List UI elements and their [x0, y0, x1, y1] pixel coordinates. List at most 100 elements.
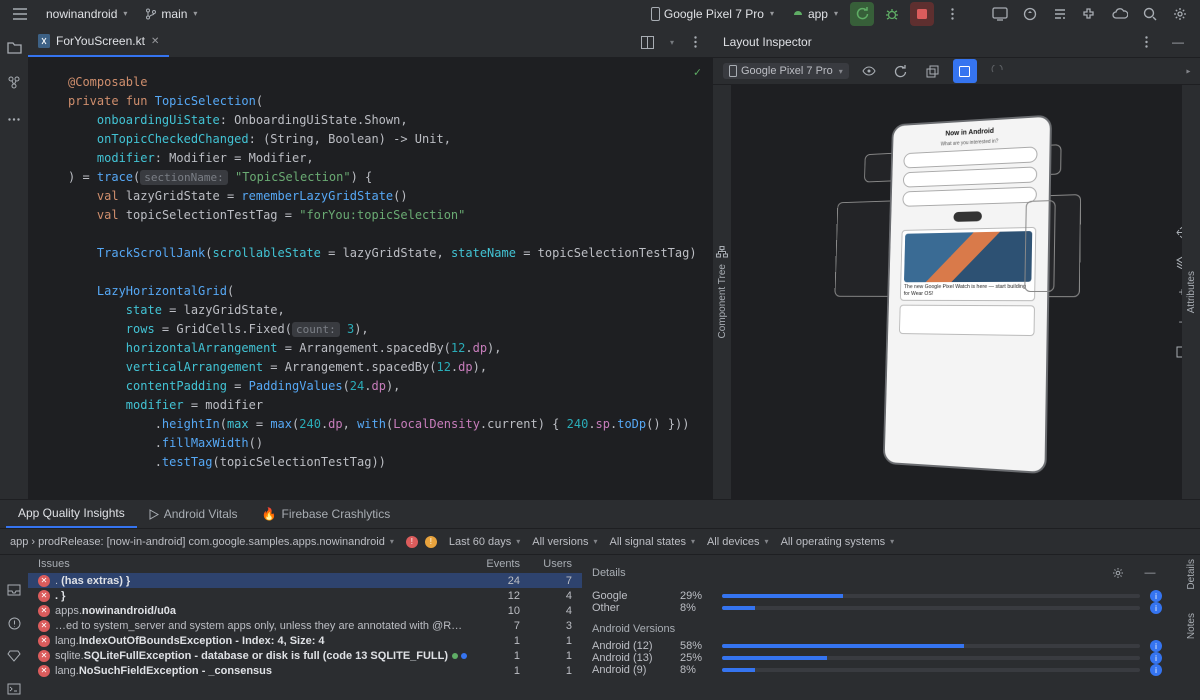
issue-users: 3 — [520, 620, 572, 632]
device-dropdown[interactable]: Google Pixel 7 Pro▾ — [645, 5, 780, 23]
stat-label: Android (12) — [592, 640, 670, 652]
stat-pct: 8% — [680, 602, 712, 614]
search-icon[interactable] — [1138, 2, 1162, 26]
issue-events: 24 — [468, 575, 520, 587]
run-config-dropdown[interactable]: app▾ — [786, 5, 844, 23]
details-minimize-icon[interactable]: — — [1138, 561, 1162, 585]
tab-app-quality[interactable]: App Quality Insights — [6, 500, 137, 528]
issue-row[interactable]: ✕. (has extras) }247 — [28, 573, 582, 588]
info-icon[interactable]: i — [1150, 602, 1162, 614]
more-icon[interactable] — [940, 2, 964, 26]
attributes-rail[interactable]: Attributes — [1182, 85, 1200, 499]
project-dropdown[interactable]: nowinandroid▾ — [42, 5, 131, 23]
issue-row[interactable]: ✕sqlite.SQLiteFullException - database o… — [28, 648, 582, 663]
extension-icon[interactable] — [1078, 2, 1102, 26]
details-rail-tab[interactable]: Details — [1186, 559, 1197, 593]
stat-bar — [722, 656, 1140, 660]
versions-filter[interactable]: All versions▾ — [532, 536, 597, 548]
app-filter[interactable]: app › prodRelease: [now-in-android] com.… — [10, 536, 394, 548]
folder-icon[interactable] — [2, 35, 26, 59]
main-area: ForYouScreen.kt ✕ ▾ ✓ @Composable privat… — [0, 27, 1200, 499]
commit-icon[interactable] — [1048, 2, 1072, 26]
terminal-icon[interactable] — [2, 677, 26, 700]
attributes-label: Attributes — [1186, 271, 1197, 313]
check-icon: ✓ — [694, 63, 701, 82]
info-icon[interactable]: i — [1150, 664, 1162, 676]
chevron-down-icon[interactable]: ▾ — [659, 30, 683, 54]
eye-icon[interactable] — [857, 59, 881, 83]
code-content: @Composable private fun TopicSelection( … — [68, 73, 713, 472]
phone-canvas[interactable]: Now in Android What are you interested i… — [731, 85, 1200, 499]
tree-icon — [716, 246, 728, 258]
code-with-me-icon[interactable] — [988, 2, 1012, 26]
issue-row[interactable]: ✕. }124 — [28, 588, 582, 603]
minimize-icon[interactable]: — — [1166, 30, 1190, 54]
error-icon: ✕ — [38, 635, 50, 647]
stat-label: Android (9) — [592, 664, 670, 676]
inspector-more-icon[interactable] — [1134, 30, 1158, 54]
settings-icon[interactable] — [1168, 2, 1192, 26]
gem-icon[interactable] — [2, 645, 26, 668]
filter-bar: app › prodRelease: [now-in-android] com.… — [0, 528, 1200, 555]
structure-icon[interactable] — [2, 71, 26, 95]
phone-title: Now in Android — [945, 128, 994, 138]
run-config-name: app — [808, 7, 828, 21]
inbox-icon[interactable] — [2, 579, 26, 602]
cloud-icon[interactable] — [1108, 2, 1132, 26]
split-icon[interactable] — [635, 30, 659, 54]
refresh-icon[interactable] — [889, 59, 913, 83]
file-tab[interactable]: ForYouScreen.kt ✕ — [28, 27, 169, 57]
alert-icon[interactable] — [2, 612, 26, 635]
info-icon[interactable]: i — [1150, 640, 1162, 652]
issue-row[interactable]: ✕lang.NoSuchFieldException - _consensus1… — [28, 663, 582, 678]
signal-filter[interactable]: All signal states▾ — [610, 536, 695, 548]
details-pane: Details — Google29%iOther8%i Android Ver… — [582, 555, 1200, 700]
code-editor[interactable]: ✓ @Composable private fun TopicSelection… — [28, 57, 713, 499]
tab-label: Firebase Crashlytics — [282, 507, 391, 521]
issue-users: 1 — [520, 650, 572, 662]
play-icon — [149, 509, 159, 520]
error-icon: ✕ — [38, 620, 50, 632]
filter-label: All versions — [532, 536, 588, 548]
notes-rail-tab[interactable]: Notes — [1186, 613, 1197, 642]
device-name: Google Pixel 7 Pro — [664, 7, 764, 21]
chevron-right-icon[interactable]: ▾ — [1183, 69, 1192, 73]
close-icon[interactable]: ✕ — [151, 36, 159, 47]
component-tree-rail[interactable]: Component Tree — [713, 85, 731, 499]
branch-dropdown[interactable]: main▾ — [141, 5, 201, 23]
filter-label: Last 60 days — [449, 536, 511, 548]
stat-label: Other — [592, 602, 670, 614]
details-gear-icon[interactable] — [1106, 561, 1130, 585]
stat-pct: 8% — [680, 664, 712, 676]
chevron-down-icon: ▾ — [765, 537, 769, 546]
top-toolbar: nowinandroid▾ main▾ Google Pixel 7 Pro▾ … — [0, 0, 1200, 27]
tab-crashlytics[interactable]: 🔥Firebase Crashlytics — [250, 500, 403, 528]
time-filter[interactable]: Last 60 days▾ — [449, 536, 520, 548]
stop-button[interactable] — [910, 2, 934, 26]
overlay-icon[interactable] — [921, 59, 945, 83]
issues-list: ✕. (has extras) }247✕. }124✕apps.nowinan… — [28, 573, 582, 678]
col-events: Events — [468, 558, 520, 570]
more-rail-icon[interactable] — [2, 107, 26, 131]
debug-button[interactable] — [880, 2, 904, 26]
rerun-button[interactable] — [850, 2, 874, 26]
issue-row[interactable]: ✕apps.nowinandroid/u0a104 — [28, 603, 582, 618]
chevron-down-icon: ▾ — [839, 67, 843, 76]
issue-row[interactable]: ✕…ed to system_server and system apps on… — [28, 618, 582, 633]
hamburger-icon[interactable] — [8, 2, 32, 26]
devices-filter[interactable]: All devices▾ — [707, 536, 769, 548]
editor-more-icon[interactable] — [683, 30, 707, 54]
inspector-device-dd[interactable]: Google Pixel 7 Pro▾ — [723, 63, 849, 79]
issue-users: 1 — [520, 665, 572, 677]
info-icon[interactable]: i — [1150, 590, 1162, 602]
tab-android-vitals[interactable]: Android Vitals — [137, 500, 250, 528]
snapshot-icon[interactable] — [953, 59, 977, 83]
update-icon[interactable] — [1018, 2, 1042, 26]
os-filter[interactable]: All operating systems▾ — [781, 536, 895, 548]
undo-icon[interactable] — [985, 59, 1009, 83]
version-stats: Android (12)58%iAndroid (13)25%iAndroid … — [592, 640, 1162, 676]
stat-bar — [722, 606, 1140, 610]
info-icon[interactable]: i — [1150, 652, 1162, 664]
inspector-title: Layout Inspector — [723, 35, 812, 49]
issue-row[interactable]: ✕lang.IndexOutOfBoundsException - Index:… — [28, 633, 582, 648]
